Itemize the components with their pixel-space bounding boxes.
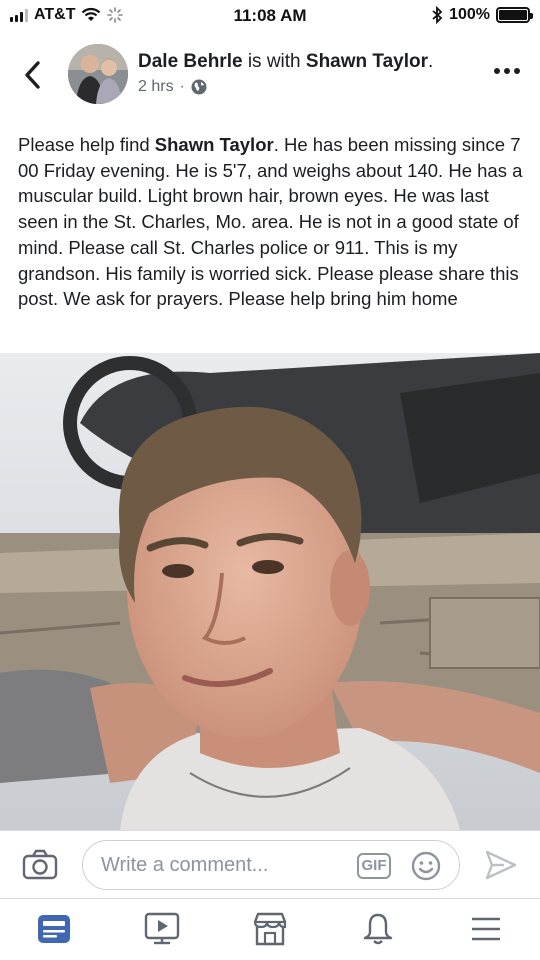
- tagged-name[interactable]: Shawn Taylor: [306, 51, 428, 72]
- tab-watch[interactable]: [142, 911, 182, 947]
- tab-menu[interactable]: [466, 911, 506, 947]
- post-meta: 2 hrs ·: [138, 78, 207, 96]
- with-text: is with: [247, 51, 301, 72]
- status-right: 100%: [431, 6, 533, 24]
- news-feed-icon: [38, 915, 70, 943]
- battery-icon: [496, 7, 533, 23]
- back-button[interactable]: [22, 60, 44, 90]
- post-text-intro: Please help find: [18, 134, 155, 155]
- post-text: Please help find Shawn Taylor. He has be…: [18, 132, 528, 312]
- notifications-icon: [363, 913, 393, 945]
- post-text-rest: . He has been missing since 7 00 Friday …: [18, 134, 523, 310]
- watch-icon: [144, 912, 180, 945]
- title-period: .: [428, 51, 434, 72]
- smiley-icon[interactable]: [411, 851, 441, 881]
- comment-placeholder: Write a comment...: [101, 854, 269, 876]
- avatar-photo: [68, 44, 128, 104]
- status-bar: AT&T 11:08 AM 100%: [0, 0, 540, 32]
- bluetooth-icon: [432, 6, 443, 24]
- send-icon[interactable]: [484, 849, 518, 881]
- post-time[interactable]: 2 hrs: [138, 78, 174, 96]
- meta-separator: ·: [179, 78, 185, 95]
- battery-percent: 100%: [449, 6, 490, 23]
- marketplace-icon: [253, 912, 287, 946]
- tab-notifications[interactable]: [358, 911, 398, 947]
- more-dots-icon: [494, 68, 500, 74]
- comment-bar: Write a comment... GIF: [0, 830, 540, 898]
- gif-button[interactable]: GIF: [357, 853, 391, 879]
- post-text-mention[interactable]: Shawn Taylor: [155, 134, 274, 155]
- post-photo[interactable]: [0, 353, 540, 830]
- globe-icon: [191, 79, 207, 95]
- photo-image: [0, 353, 540, 830]
- camera-icon[interactable]: [22, 849, 58, 881]
- author-name[interactable]: Dale Behrle: [138, 51, 243, 72]
- menu-icon: [472, 917, 500, 941]
- comment-input[interactable]: Write a comment... GIF: [82, 840, 460, 890]
- avatar[interactable]: [68, 44, 128, 104]
- post-header: Dale Behrle is with Shawn Taylor. 2 hrs …: [0, 32, 540, 122]
- more-options-button[interactable]: [494, 68, 520, 74]
- tab-bar: [0, 898, 540, 960]
- tab-marketplace[interactable]: [250, 911, 290, 947]
- post-title: Dale Behrle is with Shawn Taylor.: [138, 50, 468, 74]
- tab-news-feed[interactable]: [34, 911, 74, 947]
